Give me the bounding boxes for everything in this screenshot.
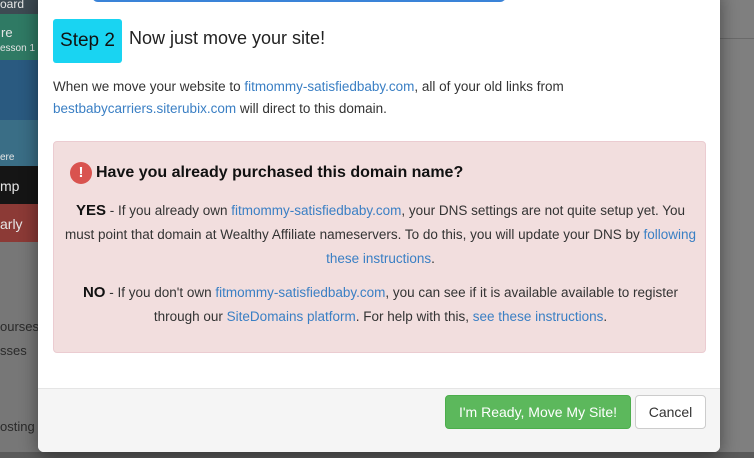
background-right-panel <box>720 0 754 458</box>
sidebar-tile[interactable]: re esson 1 <box>0 14 40 60</box>
no-domain-link[interactable]: fitmommy-satisfiedbaby.com <box>215 285 385 300</box>
yes-label: YES <box>75 202 106 219</box>
yes-text-part: - If you already own <box>105 203 232 218</box>
sidebar-tile[interactable]: oard <box>0 0 40 14</box>
no-paragraph: NO - If you don't own fitmommy-satisfied… <box>64 281 697 329</box>
sitedomains-platform-link[interactable]: SiteDomains platform <box>227 309 356 324</box>
yes-domain-link[interactable]: fitmommy-satisfiedbaby.com <box>231 203 401 218</box>
sidebar-tile-label: mp <box>0 178 20 194</box>
sidebar-tile[interactable]: arly <box>0 204 40 242</box>
see-instructions-link[interactable]: see these instructions <box>473 309 604 324</box>
background-sidebar: oard re esson 1 ere mp arly <box>0 0 40 458</box>
old-domain-link[interactable]: bestbabycarriers.siterubix.com <box>53 101 236 116</box>
new-domain-link[interactable]: fitmommy-satisfiedbaby.com <box>244 79 414 94</box>
cancel-button[interactable]: Cancel <box>635 395 706 429</box>
modal-top-input-edge <box>92 0 506 2</box>
sidebar-tile-label: re <box>1 25 13 40</box>
step-title: Now just move your site! <box>129 28 326 48</box>
step-badge: Step 2 <box>53 19 122 63</box>
background-nav-text[interactable]: ourses <box>0 319 39 334</box>
yes-text-part: . <box>431 251 435 266</box>
intro-text-part: , all of your old links from <box>414 79 564 94</box>
no-text-part: . <box>603 309 608 324</box>
background-nav-text[interactable]: osting <box>0 419 35 434</box>
sidebar-tile-label: arly <box>0 216 23 232</box>
no-text-part: - If you don't own <box>105 285 216 300</box>
divider <box>720 38 754 39</box>
sidebar-tile-label: oard <box>0 0 25 11</box>
sidebar-tile-sublabel: esson 1 <box>0 43 36 54</box>
no-text-part: . For help with this, <box>355 309 473 324</box>
domain-purchased-alert: ! Have you already purchased this domain… <box>53 141 706 353</box>
yes-paragraph: YES - If you already own fitmommy-satisf… <box>64 199 697 271</box>
no-label: NO <box>82 284 106 301</box>
sidebar-tile[interactable]: ere <box>0 120 40 166</box>
modal-footer: I'm Ready, Move My Site! Cancel <box>38 388 720 452</box>
exclamation-icon: ! <box>70 162 92 184</box>
move-my-site-button[interactable]: I'm Ready, Move My Site! <box>445 395 631 429</box>
sidebar-tile[interactable] <box>0 60 40 120</box>
intro-text-part: will direct to this domain. <box>236 101 387 116</box>
alert-title: Have you already purchased this domain n… <box>96 164 464 181</box>
sidebar-tile-label: ere <box>0 152 15 163</box>
move-site-modal: Step 2 Now just move your site! When we … <box>38 0 720 452</box>
background-nav-text[interactable]: sses <box>0 343 27 358</box>
sidebar-tile[interactable]: mp <box>0 166 40 204</box>
intro-text-part: When we move your website to <box>53 79 245 94</box>
taskbar <box>0 452 754 458</box>
intro-text: When we move your website to fitmommy-sa… <box>53 76 693 120</box>
